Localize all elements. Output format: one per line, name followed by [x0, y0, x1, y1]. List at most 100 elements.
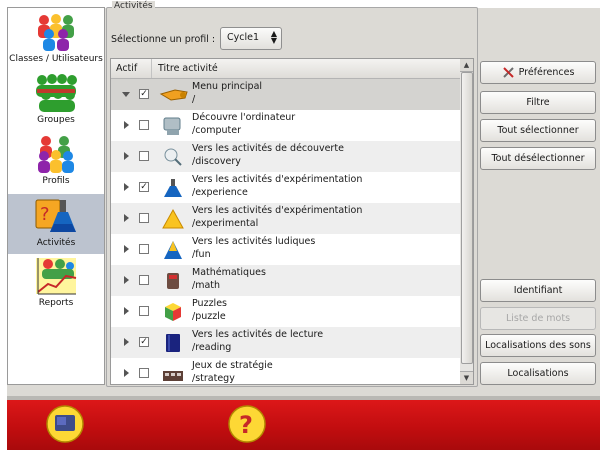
row-path: /reading: [192, 342, 232, 353]
tree-scrollbar[interactable]: ▲ ▼: [460, 58, 474, 385]
row-title: Vers les activités d'expérimentation: [192, 205, 363, 216]
fun-icon: [164, 241, 182, 259]
tree-row-discovery[interactable]: Vers les activités de découverte /discov…: [111, 141, 461, 172]
sidebar-item-profiles[interactable]: Profils: [8, 132, 104, 192]
row-title: Vers les activités d'expérimentation: [192, 174, 363, 185]
reading-icon: [166, 334, 180, 352]
tree-row-reading[interactable]: ✓ Vers les activités de lecture /reading: [111, 327, 461, 358]
row-path: /discovery: [192, 156, 241, 167]
svg-text:?: ?: [40, 204, 50, 225]
strategy-icon: [163, 371, 183, 381]
activities-panel: Activités Sélectionne un profil : Cycle1…: [106, 1, 478, 387]
active-checkbox[interactable]: ✓: [139, 182, 149, 192]
profile-value: Cycle1: [227, 32, 260, 43]
deselect-all-button[interactable]: Tout désélectionner: [480, 147, 596, 170]
expander-closed-icon[interactable]: [124, 121, 129, 129]
row-path: /computer: [192, 125, 242, 136]
row-path: /puzzle: [192, 311, 226, 322]
locales-button[interactable]: Localisations: [480, 362, 596, 385]
scroll-down-arrow-icon[interactable]: ▼: [460, 371, 473, 384]
row-path: /experimental: [192, 218, 259, 229]
discovery-icon: [164, 148, 182, 166]
svg-text:?: ?: [239, 411, 253, 439]
tree-row-strategy[interactable]: Jeux de stratégie /strategy: [111, 358, 461, 384]
active-checkbox[interactable]: [139, 368, 149, 378]
classes-users-icon: [38, 14, 74, 51]
triangle-icon: [162, 208, 184, 229]
profile-select[interactable]: Cycle1 ▲ ▼: [220, 27, 282, 50]
expander-closed-icon[interactable]: [124, 245, 129, 253]
scrollbar-thumb[interactable]: [461, 72, 473, 364]
active-checkbox[interactable]: ✓: [139, 337, 149, 347]
sidebar: Classes / Utilisateurs Groupes Profils ?: [7, 7, 105, 385]
sidebar-item-label: Classes / Utilisateurs: [9, 54, 103, 64]
row-title: Puzzles: [192, 298, 227, 309]
row-path: /math: [192, 280, 221, 291]
expander-closed-icon[interactable]: [124, 152, 129, 160]
expander-open-icon[interactable]: [122, 92, 130, 97]
tree-row-fun[interactable]: Vers les activités ludiques /fun: [111, 234, 461, 265]
row-title: Menu principal: [192, 81, 263, 92]
help-icon[interactable]: ?: [227, 404, 267, 444]
select-all-button[interactable]: Tout sélectionner: [480, 119, 596, 142]
active-checkbox[interactable]: [139, 244, 149, 254]
updown-arrows-icon: ▲ ▼: [270, 29, 277, 45]
board-icon[interactable]: [45, 404, 85, 444]
tree-row-main-menu[interactable]: ✓ Menu principal /: [111, 79, 461, 110]
activities-tree[interactable]: Actif Titre activité ✓ Menu principal / …: [110, 58, 462, 385]
computer-icon: [163, 117, 181, 135]
column-header-title[interactable]: Titre activité: [151, 59, 218, 78]
math-icon: [167, 273, 179, 289]
profile-label: Sélectionne un profil :: [111, 34, 216, 45]
expander-closed-icon[interactable]: [124, 307, 129, 315]
active-checkbox[interactable]: [139, 275, 149, 285]
tree-row-experience[interactable]: ✓ Vers les activités d'expérimentation /…: [111, 172, 461, 203]
preferences-button[interactable]: Préférences: [480, 61, 596, 84]
sidebar-item-classes-users[interactable]: Classes / Utilisateurs: [8, 10, 104, 70]
word-list-button[interactable]: Liste de mots: [480, 307, 596, 330]
reports-chart-icon: [36, 258, 77, 295]
row-path: /fun: [192, 249, 211, 260]
row-title: Mathématiques: [192, 267, 266, 278]
activities-icon: ?: [35, 199, 76, 232]
groups-icon: [36, 74, 77, 112]
tree-row-experimental[interactable]: Vers les activités d'expérimentation /ex…: [111, 203, 461, 234]
sidebar-item-reports[interactable]: Reports: [8, 254, 104, 314]
sidebar-item-label: Activités: [36, 238, 76, 248]
sound-locales-button[interactable]: Localisations des sons: [480, 334, 596, 357]
tools-icon: [502, 67, 514, 78]
expander-closed-icon[interactable]: [124, 214, 129, 222]
filter-button[interactable]: Filtre: [480, 91, 596, 114]
activities-legend: Activités: [112, 1, 155, 11]
row-path: /strategy: [192, 373, 235, 384]
row-title: Découvre l'ordinateur: [192, 112, 296, 123]
sidebar-item-activities[interactable]: ? Activités: [8, 194, 104, 254]
active-checkbox[interactable]: ✓: [139, 89, 149, 99]
active-checkbox[interactable]: [139, 151, 149, 161]
tree-row-puzzle[interactable]: Puzzles /puzzle: [111, 296, 461, 327]
main-menu-icon: [159, 89, 188, 101]
active-checkbox[interactable]: [139, 306, 149, 316]
sidebar-item-label: Reports: [38, 298, 74, 308]
flask-icon: [164, 179, 182, 197]
active-checkbox[interactable]: [139, 213, 149, 223]
row-title: Vers les activités de lecture: [192, 329, 324, 340]
tree-row-computer[interactable]: Découvre l'ordinateur /computer: [111, 110, 461, 141]
row-path: /experience: [192, 187, 248, 198]
sidebar-item-label: Profils: [42, 176, 70, 186]
login-button[interactable]: Identifiant: [480, 279, 596, 302]
tree-row-math[interactable]: Mathématiques /math: [111, 265, 461, 296]
sidebar-item-groups[interactable]: Groupes: [8, 71, 104, 131]
active-checkbox[interactable]: [139, 120, 149, 130]
preferences-label: Préférences: [518, 67, 575, 78]
expander-closed-icon[interactable]: [124, 183, 129, 191]
bottom-bar: ?: [7, 396, 600, 450]
expander-closed-icon[interactable]: [124, 276, 129, 284]
expander-closed-icon[interactable]: [124, 369, 129, 377]
column-header-active[interactable]: Actif: [116, 63, 137, 74]
tree-header: Actif Titre activité: [111, 59, 461, 79]
sidebar-item-label: Groupes: [37, 115, 75, 125]
expander-closed-icon[interactable]: [124, 338, 129, 346]
row-path: /: [192, 94, 196, 105]
scroll-up-arrow-icon[interactable]: ▲: [460, 59, 473, 72]
